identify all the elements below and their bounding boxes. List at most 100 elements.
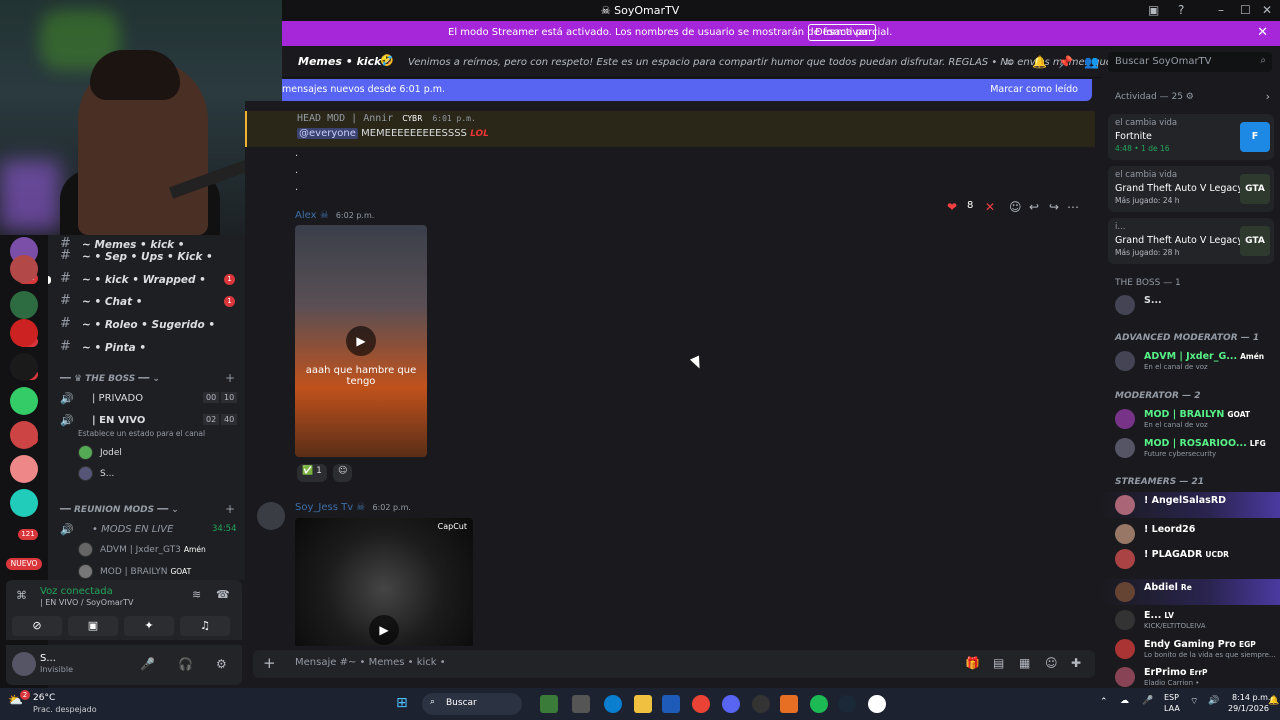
- store-icon[interactable]: [662, 695, 680, 713]
- server-icon[interactable]: [10, 255, 38, 283]
- discord-icon[interactable]: [722, 695, 740, 713]
- member-row[interactable]: ! AngelSalasRD: [1102, 492, 1280, 518]
- message[interactable]: Soy_Jess Tv ☠ 6:02 p.m. CapCut ▶: [245, 498, 1095, 646]
- avatar[interactable]: [12, 652, 36, 676]
- activity-card[interactable]: el cambia vida Grand Theft Auto V Legacy…: [1108, 166, 1274, 212]
- sticker-icon[interactable]: ▦: [1019, 656, 1030, 670]
- voice-member[interactable]: S...: [78, 466, 238, 484]
- server-icon[interactable]: [10, 489, 38, 517]
- threads-icon[interactable]: ⌗: [1006, 55, 1013, 70]
- app-icon[interactable]: [780, 695, 798, 713]
- member-row[interactable]: Endy Gaming Pro EGP Lo bonito de la vida …: [1102, 636, 1280, 662]
- inbox-icon[interactable]: ▣: [1148, 3, 1159, 17]
- tray-icon[interactable]: ☁: [1120, 696, 1129, 706]
- forward-icon[interactable]: ↪: [1049, 200, 1059, 214]
- member-row[interactable]: ! Leord26: [1102, 521, 1280, 547]
- member-row[interactable]: S...: [1102, 292, 1280, 318]
- disable-streamer-button[interactable]: Desactivar: [808, 24, 876, 41]
- member-row[interactable]: E... LV KICK/ELTITOLEIVA: [1102, 607, 1280, 633]
- app-icon[interactable]: [752, 695, 770, 713]
- maximize-button[interactable]: ☐: [1240, 3, 1251, 17]
- microphone-icon[interactable]: 🎤: [140, 657, 155, 671]
- mark-as-read-button[interactable]: Marcar como leído: [990, 84, 1078, 95]
- member-row[interactable]: MOD | BRAILYN GOAT En el canal de voz: [1102, 406, 1280, 432]
- wifi-icon[interactable]: ⌔: [1190, 696, 1198, 707]
- signal-icon[interactable]: ⌘: [16, 589, 27, 602]
- category-header[interactable]: ━━ ♛ THE BOSS ━━ ⌄: [60, 374, 160, 384]
- voice-member[interactable]: ADVM | Jxder_GT3 Amén: [78, 542, 238, 560]
- avatar[interactable]: [257, 502, 285, 530]
- steam-icon[interactable]: [838, 695, 856, 713]
- edge-icon[interactable]: [604, 695, 622, 713]
- soundboard-button[interactable]: ♫: [180, 616, 230, 636]
- task-view-icon[interactable]: [572, 695, 590, 713]
- screen-share-button[interactable]: ▣: [68, 616, 118, 636]
- headphones-icon[interactable]: 🎧: [178, 657, 193, 671]
- widgets-icon[interactable]: [540, 695, 558, 713]
- search-input[interactable]: Buscar SoyOmarTV ⌕: [1108, 52, 1272, 72]
- channel-item[interactable]: # ~ • Pinta •: [48, 338, 245, 358]
- emoji-icon[interactable]: ☺: [1045, 656, 1058, 670]
- channel-status[interactable]: Establece un estado para el canal: [78, 429, 205, 438]
- play-icon[interactable]: ▶: [346, 326, 376, 356]
- voice-channel[interactable]: 🔊 • MODS EN LIVE 34:54: [48, 521, 245, 539]
- apps-icon[interactable]: ✚: [1071, 656, 1081, 670]
- mention[interactable]: @everyone: [297, 128, 358, 139]
- server-icon[interactable]: [10, 291, 38, 319]
- more-options-icon[interactable]: ⋯: [1067, 200, 1079, 214]
- voice-member[interactable]: Jodel: [78, 445, 238, 463]
- server-icon[interactable]: [10, 387, 38, 415]
- minimize-button[interactable]: –: [1218, 3, 1224, 17]
- server-icon[interactable]: [10, 421, 38, 449]
- voice-channel-name[interactable]: | EN VIVO / SoyOmarTV: [40, 598, 133, 607]
- category-header[interactable]: ━━ REUNION MODS ━━ ⌄: [60, 505, 179, 515]
- add-reaction-icon[interactable]: ☺: [333, 464, 353, 482]
- language-indicator[interactable]: ESP: [1164, 693, 1179, 702]
- chevron-right-icon[interactable]: ›: [1266, 90, 1270, 103]
- member-row[interactable]: Abdiel Re: [1102, 579, 1280, 605]
- voice-channel[interactable]: 🔊 | PRIVADO 00 10: [48, 390, 245, 408]
- noise-suppression-icon[interactable]: ≋: [192, 588, 201, 601]
- close-banner-icon[interactable]: ✕: [1257, 25, 1268, 40]
- activities-button[interactable]: ✦: [124, 616, 174, 636]
- add-reaction-icon[interactable]: ☺: [1009, 200, 1022, 214]
- server-icon[interactable]: [10, 353, 38, 381]
- add-channel-icon[interactable]: +: [225, 502, 235, 516]
- chrome-icon[interactable]: [692, 695, 710, 713]
- reply-icon[interactable]: ↩: [1029, 200, 1039, 214]
- gif-icon[interactable]: ▤: [993, 656, 1004, 670]
- chevron-up-icon[interactable]: ⌃: [1100, 697, 1108, 707]
- channel-item[interactable]: # ~ • Sep • Ups • Kick •: [48, 247, 245, 267]
- members-list-icon[interactable]: 👥: [1084, 55, 1099, 69]
- clock-time[interactable]: 8:14 p.m.: [1232, 693, 1270, 702]
- new-servers-badge[interactable]: NUEVO: [6, 558, 42, 570]
- activity-card[interactable]: el cambia vida Fortnite 4:48 • 1 de 16 F: [1108, 114, 1274, 160]
- gift-icon[interactable]: 🎁: [965, 656, 980, 670]
- play-icon[interactable]: ▶: [369, 615, 399, 645]
- message-input[interactable]: Mensaje #~ • Memes • kick •: [295, 657, 446, 668]
- member-row[interactable]: ADVM | Jxder_G... Amén En el canal de voz: [1102, 348, 1280, 374]
- spotify-icon[interactable]: [810, 695, 828, 713]
- message-composer[interactable]: + Mensaje #~ • Memes • kick • 🎁 ▤ ▦ ☺ ✚: [253, 650, 1095, 678]
- windows-start-icon[interactable]: ⊞: [396, 695, 408, 711]
- add-channel-icon[interactable]: +: [225, 371, 235, 385]
- message[interactable]: HEAD MOD | Annir CYBR 6:01 p.m. @everyon…: [245, 111, 1095, 147]
- pin-icon[interactable]: 📌: [1058, 55, 1073, 69]
- settings-gear-icon[interactable]: ⚙: [216, 657, 227, 671]
- obs-icon[interactable]: [868, 695, 886, 713]
- reaction-check[interactable]: ✅ 1: [297, 464, 327, 482]
- bell-icon[interactable]: 🔔: [1032, 55, 1047, 69]
- file-explorer-icon[interactable]: [634, 695, 652, 713]
- volume-icon[interactable]: 🔊: [1208, 696, 1219, 706]
- member-row[interactable]: ErPrimo ErrP Eladio Carrion •: [1102, 664, 1280, 690]
- taskbar-search[interactable]: ⌕ Buscar: [422, 693, 522, 715]
- channel-topic[interactable]: Venimos a reírnos, pero con respeto! Est…: [408, 57, 1136, 68]
- new-messages-bar[interactable]: mensajes nuevos desde 6:01 p.m. Marcar c…: [282, 79, 1092, 101]
- channel-item[interactable]: # ~ • Chat • 1: [48, 292, 245, 312]
- server-icon[interactable]: [10, 455, 38, 483]
- x-mark-icon[interactable]: ✕: [985, 200, 995, 214]
- close-window-button[interactable]: ✕: [1262, 3, 1272, 17]
- notifications-icon[interactable]: 🔔: [1268, 696, 1279, 706]
- help-icon[interactable]: ?: [1178, 3, 1184, 17]
- member-row[interactable]: MOD | ROSARIOO... LFG Future cybersecurit…: [1102, 435, 1280, 461]
